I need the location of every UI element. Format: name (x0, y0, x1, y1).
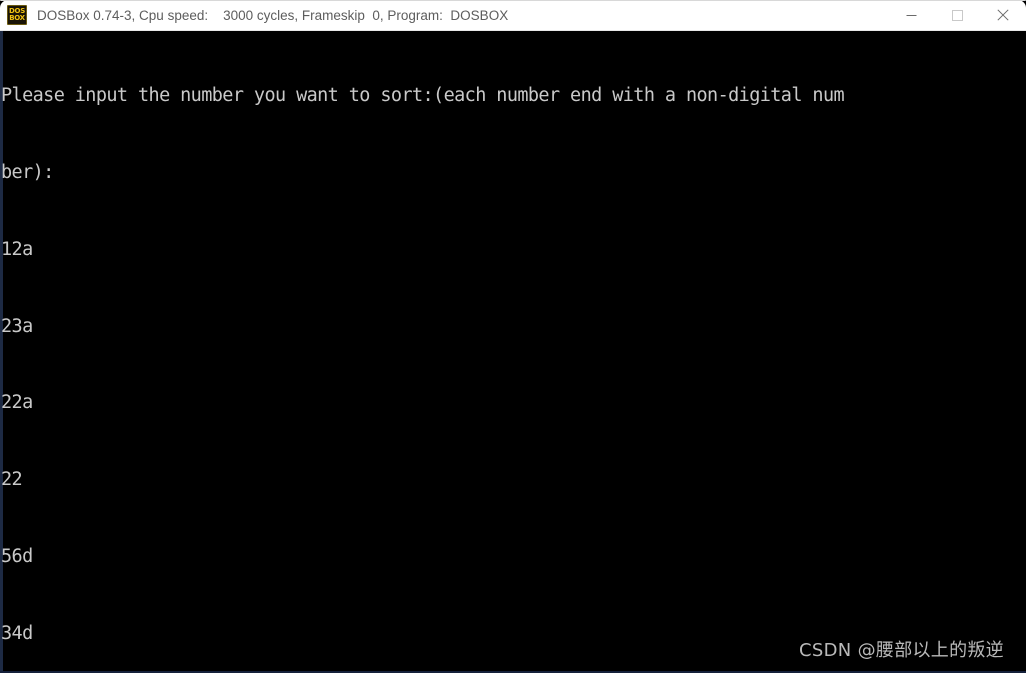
dosbox-icon: DOS BOX (7, 5, 27, 25)
console-line: 12a (1, 238, 33, 260)
close-icon (997, 9, 1009, 21)
window-title: DOSBox 0.74-3, Cpu speed: 3000 cycles, F… (37, 7, 509, 23)
maximize-button[interactable] (934, 0, 980, 31)
minimize-button[interactable] (888, 0, 934, 31)
console-line: Please input the number you want to sort… (1, 85, 845, 107)
window-titlebar[interactable]: DOS BOX DOSBox 0.74-3, Cpu speed: 3000 c… (0, 0, 1026, 31)
dosbox-terminal-surface[interactable]: Please input the number you want to sort… (0, 31, 1026, 673)
console-line: 56d (1, 545, 33, 567)
console-line: 23a (1, 315, 33, 337)
close-button[interactable] (980, 0, 1026, 31)
dosbox-window: DOS BOX DOSBox 0.74-3, Cpu speed: 3000 c… (0, 0, 1026, 673)
console-line: ber): (1, 161, 54, 183)
csdn-watermark: CSDN @腰部以上的叛逆 (799, 640, 1004, 661)
maximize-icon (951, 9, 963, 21)
dosbox-icon-line2: BOX (9, 14, 25, 22)
console-line: 22 (1, 469, 23, 491)
console-line: 22a (1, 392, 33, 414)
console-output: Please input the number you want to sort… (0, 31, 1026, 673)
minimize-icon (906, 14, 916, 16)
